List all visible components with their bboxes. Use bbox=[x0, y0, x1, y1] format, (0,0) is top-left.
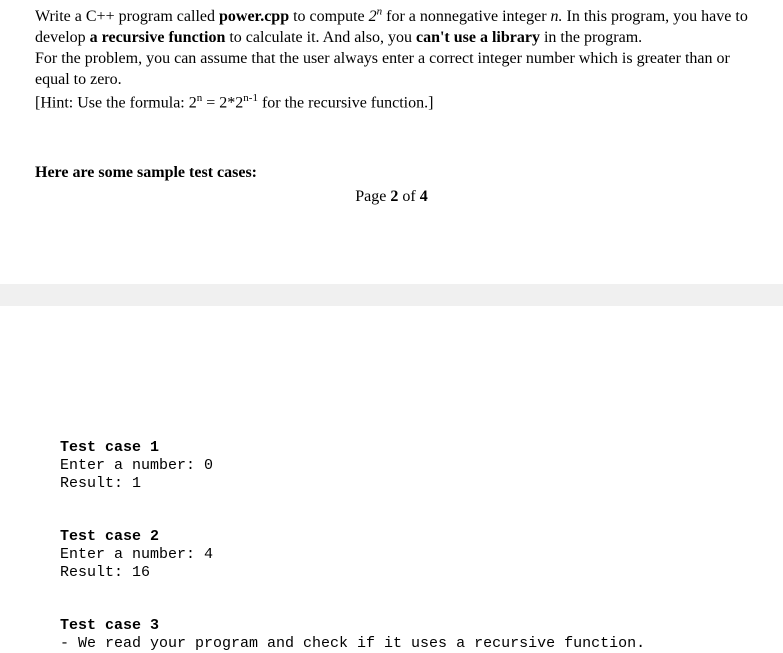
testcases-section: Test case 1 Enter a number: 0 Result: 1 … bbox=[0, 306, 783, 653]
page-total: 4 bbox=[420, 188, 428, 205]
page-gap-divider bbox=[0, 284, 783, 306]
hint-exp-nm1: n-1 bbox=[243, 92, 258, 104]
expr-base: 2 bbox=[369, 8, 377, 25]
tc1-prompt: Enter a number: 0 bbox=[60, 457, 783, 475]
tc3-desc: - We read your program and check if it u… bbox=[60, 635, 783, 653]
filename: power.cpp bbox=[219, 8, 289, 25]
tc1-title: Test case 1 bbox=[60, 439, 783, 457]
page-label-prefix: Page bbox=[355, 188, 390, 205]
sample-heading: Here are some sample test cases: bbox=[35, 164, 748, 182]
cant-lib: can't use a library bbox=[416, 29, 540, 46]
test-case-2: Test case 2 Enter a number: 4 Result: 16 bbox=[60, 528, 783, 582]
for-text: for a nonnegative integer bbox=[382, 8, 550, 25]
hint-eq: = 2*2 bbox=[202, 94, 243, 111]
page-number: Page 2 of 4 bbox=[35, 188, 748, 206]
tc2-title: Test case 2 bbox=[60, 528, 783, 546]
tc2-result: Result: 16 bbox=[60, 564, 783, 582]
test-case-3: Test case 3 - We read your program and c… bbox=[60, 617, 783, 653]
hint-suffix: for the recursive function.] bbox=[258, 94, 433, 111]
assume-paragraph: For the problem, you can assume that the… bbox=[35, 49, 748, 91]
tc2-prompt: Enter a number: 4 bbox=[60, 546, 783, 564]
hint-base1: 2 bbox=[189, 94, 197, 111]
intro-paragraph: Write a C++ program called power.cpp to … bbox=[35, 5, 748, 49]
compute-text: to compute bbox=[289, 8, 369, 25]
page-top-section: Write a C++ program called power.cpp to … bbox=[0, 0, 783, 206]
tc1-result: Result: 1 bbox=[60, 475, 783, 493]
var-n: n. bbox=[551, 8, 563, 25]
tc3-title: Test case 3 bbox=[60, 617, 783, 635]
intro-prefix: Write a C++ program called bbox=[35, 8, 219, 25]
hint-prefix: [Hint: Use the formula: bbox=[35, 94, 189, 111]
in-program: in the program. bbox=[540, 29, 642, 46]
test-case-1: Test case 1 Enter a number: 0 Result: 1 bbox=[60, 439, 783, 493]
recursive-fn: a recursive function bbox=[90, 29, 226, 46]
page-of: of bbox=[398, 188, 419, 205]
calc-text: to calculate it. And also, you bbox=[225, 29, 416, 46]
hint-paragraph: [Hint: Use the formula: 2n = 2*2n-1 for … bbox=[35, 91, 748, 114]
